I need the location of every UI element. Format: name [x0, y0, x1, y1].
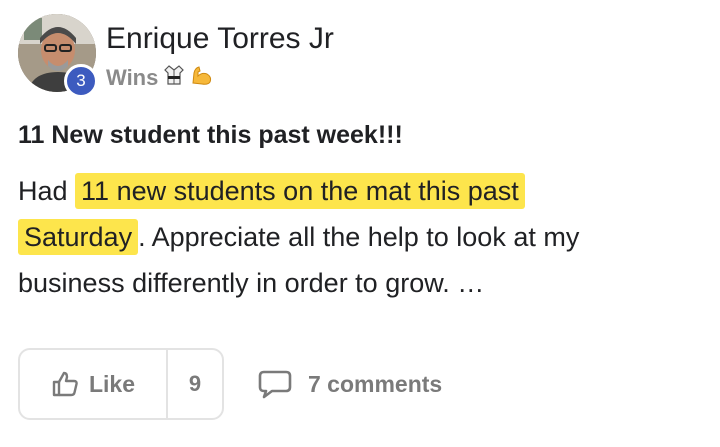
- like-label: Like: [88, 370, 136, 397]
- post-body-highlight-2: Saturday: [18, 219, 139, 255]
- post-body-prefix: Had: [18, 176, 68, 206]
- post-body-highlight: 11 new students on the mat this past: [75, 173, 525, 209]
- like-control: Like 9: [18, 348, 224, 420]
- category-label: Wins: [106, 65, 159, 90]
- comments-label: 7 comments: [308, 370, 443, 397]
- martial-arts-uniform-icon: [164, 64, 185, 92]
- level-badge: 3: [64, 64, 98, 98]
- author-name[interactable]: Enrique Torres Jr: [106, 20, 334, 58]
- flexed-biceps-icon: [190, 63, 214, 93]
- like-count[interactable]: 9: [168, 350, 222, 418]
- like-button[interactable]: Like: [20, 350, 168, 418]
- post-title[interactable]: 11 New student this past week!!!: [18, 118, 403, 152]
- post-category[interactable]: Wins: [106, 62, 214, 94]
- comments-button[interactable]: 7 comments: [258, 364, 442, 404]
- comment-bubble-icon: [258, 370, 292, 399]
- post-body[interactable]: Had 11 new students on the mat this past…: [18, 168, 658, 306]
- thumbs-up-icon: [52, 371, 78, 397]
- community-post: 3 Enrique Torres Jr Wins 11 New student …: [0, 0, 720, 447]
- author-avatar-wrapper[interactable]: 3: [18, 14, 98, 98]
